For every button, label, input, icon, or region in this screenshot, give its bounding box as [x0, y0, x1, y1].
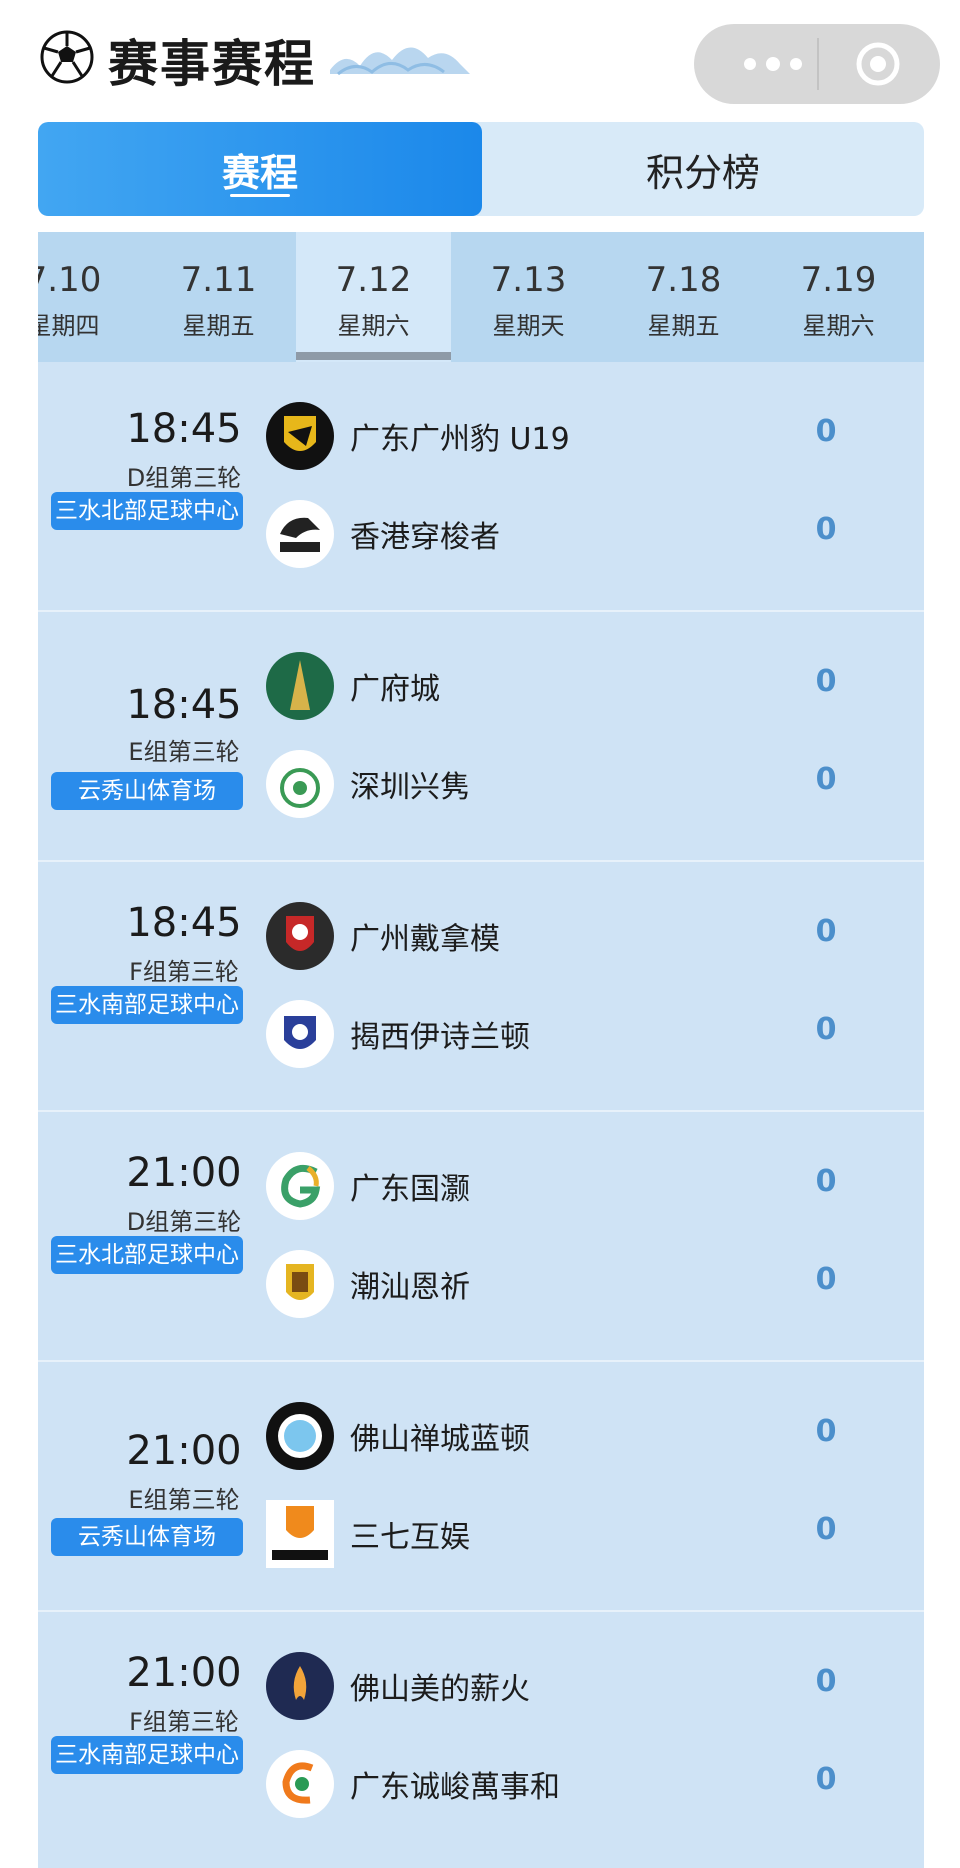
tab-schedule-label: 赛程 — [221, 150, 298, 195]
top-header: 赛事赛程 — [0, 0, 960, 110]
tab-active-underline — [230, 194, 290, 197]
date-label: 7.12 — [335, 260, 412, 300]
team-logo — [266, 1750, 334, 1818]
date-item[interactable]: 7.11 星期五 — [141, 232, 296, 362]
away-score: 0 — [815, 1012, 837, 1047]
home-team-name: 广府城 — [350, 672, 440, 707]
away-score: 0 — [815, 512, 837, 547]
match-card[interactable]: 21:00 E组第三轮 云秀山体育场 佛山禅城蓝顿 0 三七互娱 0 — [38, 1362, 924, 1612]
home-team-name: 广州戴拿模 — [350, 922, 500, 957]
match-time: 18:45 — [126, 900, 242, 946]
venue-badge: 云秀山体育场 — [51, 1518, 243, 1556]
home-team-name: 佛山禅城蓝顿 — [350, 1422, 530, 1457]
team-logo — [266, 652, 334, 720]
more-dots-icon[interactable] — [738, 50, 808, 78]
venue-badge: 三水南部足球中心 — [51, 1736, 243, 1774]
match-time: 21:00 — [126, 1150, 242, 1196]
home-score: 0 — [815, 914, 837, 949]
away-team-name: 深圳兴隽 — [350, 770, 470, 805]
venue-badge: 三水南部足球中心 — [51, 986, 243, 1024]
tab-schedule[interactable]: 赛程 — [38, 122, 482, 216]
date-item-selected[interactable]: 7.12 星期六 — [296, 232, 451, 362]
match-round: E组第三轮 — [128, 1486, 240, 1514]
match-card[interactable]: 21:00 F组第三轮 三水南部足球中心 佛山美的薪火 0 广东诚峻萬事和 0 — [38, 1612, 924, 1862]
team-logo — [266, 1500, 334, 1568]
venue-badge: 三水北部足球中心 — [51, 1236, 243, 1274]
match-time: 18:45 — [126, 682, 242, 728]
page-title: 赛事赛程 — [108, 35, 316, 93]
weekday-label: 星期四 — [38, 312, 100, 340]
home-team-name: 广东广州豹 U19 — [350, 422, 570, 457]
match-round: F组第三轮 — [129, 1708, 239, 1736]
date-item[interactable]: 7.13 星期天 — [451, 232, 606, 362]
date-label: 7.18 — [645, 260, 722, 300]
team-logo — [266, 1652, 334, 1720]
home-score: 0 — [815, 1414, 837, 1449]
team-logo — [266, 1000, 334, 1068]
match-round: D组第三轮 — [126, 1208, 242, 1236]
home-score: 0 — [815, 664, 837, 699]
venue-badge: 三水北部足球中心 — [51, 492, 243, 530]
away-team-name: 潮汕恩祈 — [350, 1270, 470, 1305]
team-logo — [266, 402, 334, 470]
selected-date-indicator — [296, 352, 451, 360]
date-label: 7.11 — [180, 260, 257, 300]
venue-badge: 云秀山体育场 — [51, 772, 243, 810]
capsule-divider — [817, 38, 819, 90]
match-card[interactable]: 18:45 D组第三轮 三水北部足球中心 广东广州豹 U19 0 香港穿梭者 0 — [38, 362, 924, 612]
soccer-ball-icon — [40, 30, 94, 84]
match-time: 21:00 — [126, 1428, 242, 1474]
tab-bar: 赛程 积分榜 — [38, 122, 924, 216]
date-label: 7.13 — [490, 260, 567, 300]
wave-decoration-icon — [330, 47, 470, 76]
date-label: 7.19 — [800, 260, 877, 300]
match-round: F组第三轮 — [129, 958, 239, 986]
team-logo — [266, 1402, 334, 1470]
match-round: E组第三轮 — [128, 738, 240, 766]
weekday-label: 星期五 — [647, 312, 720, 340]
date-item[interactable]: 7.10 星期四 — [38, 232, 141, 362]
home-score: 0 — [815, 1664, 837, 1699]
home-team-name: 佛山美的薪火 — [350, 1672, 530, 1707]
away-team-name: 香港穿梭者 — [350, 520, 500, 555]
weekday-label: 星期天 — [492, 312, 565, 340]
team-logo — [266, 1250, 334, 1318]
away-team-name: 揭西伊诗兰顿 — [350, 1020, 530, 1055]
match-round: D组第三轮 — [126, 464, 242, 492]
weekday-label: 星期六 — [802, 312, 875, 340]
team-logo — [266, 750, 334, 818]
match-card[interactable]: 18:45 F组第三轮 三水南部足球中心 广州戴拿模 0 揭西伊诗兰顿 0 — [38, 862, 924, 1112]
tab-standings[interactable]: 积分榜 — [482, 122, 924, 216]
match-time: 18:45 — [126, 406, 242, 452]
away-score: 0 — [815, 1512, 837, 1547]
away-score: 0 — [815, 1262, 837, 1297]
away-score: 0 — [815, 762, 837, 797]
team-logo — [266, 500, 334, 568]
date-label: 7.10 — [38, 260, 102, 300]
match-card[interactable]: 21:00 D组第三轮 三水北部足球中心 广东国灏 0 潮汕恩祈 0 — [38, 1112, 924, 1362]
match-card[interactable]: 18:45 E组第三轮 云秀山体育场 广府城 0 深圳兴隽 0 — [38, 612, 924, 862]
home-team-name: 广东国灏 — [350, 1172, 470, 1207]
target-circle-icon[interactable] — [854, 40, 902, 88]
date-strip: 7.10 星期四 7.11 星期五 7.12 星期六 7.13 星期天 7.18… — [38, 232, 924, 362]
team-logo — [266, 1152, 334, 1220]
away-team-name: 三七互娱 — [350, 1520, 470, 1555]
miniapp-capsule — [694, 24, 940, 104]
date-item[interactable]: 7.19 星期六 — [761, 232, 916, 362]
weekday-label: 星期六 — [337, 312, 410, 340]
away-score: 0 — [815, 1762, 837, 1797]
tab-standings-label: 积分榜 — [645, 150, 760, 195]
home-score: 0 — [815, 414, 837, 449]
weekday-label: 星期五 — [182, 312, 255, 340]
away-team-name: 广东诚峻萬事和 — [350, 1770, 560, 1805]
home-score: 0 — [815, 1164, 837, 1199]
date-item[interactable]: 7.18 星期五 — [606, 232, 761, 362]
match-time: 21:00 — [126, 1650, 242, 1696]
team-logo — [266, 902, 334, 970]
match-list: 18:45 D组第三轮 三水北部足球中心 广东广州豹 U19 0 香港穿梭者 0… — [38, 362, 924, 1868]
